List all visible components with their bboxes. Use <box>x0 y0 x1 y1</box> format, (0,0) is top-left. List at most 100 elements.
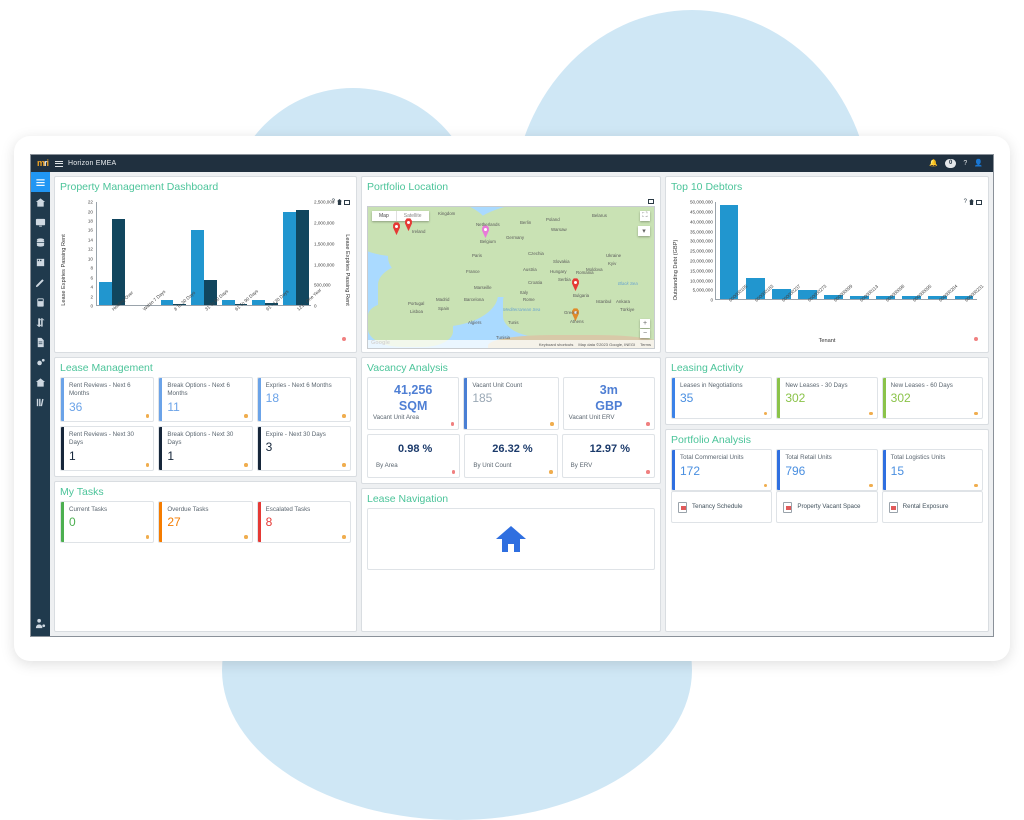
map-label: Bulgaria <box>573 293 589 298</box>
panel-title: Portfolio Location <box>367 181 655 194</box>
sidebar-item-reports[interactable] <box>31 392 50 412</box>
user-icon[interactable]: 👤 <box>974 160 983 167</box>
kpi-tile[interactable]: New Leases - 60 Days302 <box>882 377 983 419</box>
map-label: Greece <box>564 310 578 315</box>
hamburger-icon[interactable] <box>55 161 63 167</box>
kpi-tile[interactable]: Rent Reviews - Next 6 Months36 <box>60 377 154 422</box>
bar[interactable] <box>222 300 235 305</box>
kpi-tile[interactable]: New Leases - 30 Days302 <box>776 377 877 419</box>
bell-icon[interactable]: 🔔 <box>929 160 938 167</box>
sidebar-item-settings[interactable] <box>31 352 50 372</box>
map-fullscreen-button[interactable]: ⛶ <box>640 211 650 221</box>
kpi-tile[interactable]: Total Retail Units796 <box>776 449 877 491</box>
kpi-tile[interactable]: Break Options - Next 6 Months11 <box>158 377 252 422</box>
my-tasks-tiles: Current Tasks0Overdue Tasks27Escalated T… <box>60 501 351 543</box>
sidebar-item-menu-toggle[interactable] <box>31 172 50 192</box>
kpi-tile[interactable]: 3mGBPVacant Unit ERV <box>563 377 655 430</box>
kpi-tile[interactable]: Leases in Negotiations35 <box>671 377 772 419</box>
document-link[interactable]: Rental Exposure <box>882 491 983 523</box>
map-label: Kingdom <box>438 211 455 216</box>
tile-accent-bar <box>883 378 886 418</box>
kpi-tile[interactable]: Total Commercial Units172 <box>671 449 772 491</box>
tile-row: Rent Reviews - Next 30 Days1Break Option… <box>60 426 351 471</box>
notification-badge[interactable]: 0 <box>945 159 956 168</box>
map-label: Ukraine <box>606 253 621 258</box>
map-portfolio-location[interactable]: Map Satellite ⛶ ▾ + − Ireland King <box>367 206 655 349</box>
kpi-tile[interactable]: Total Logistics Units15 <box>882 449 983 491</box>
kpi-tile[interactable]: Overdue Tasks27 <box>158 501 252 543</box>
map-label: Kyiv <box>608 261 616 266</box>
portfolio-analysis-tiles: Total Commercial Units172Total Retail Un… <box>671 449 983 491</box>
map-label: Czechia <box>528 251 544 256</box>
map-type-map[interactable]: Map <box>372 211 396 221</box>
terms-label[interactable]: Terms <box>640 342 651 347</box>
bar[interactable] <box>296 210 309 305</box>
sidebar-item-transactions[interactable] <box>31 312 50 332</box>
kpi-tile[interactable]: Rent Reviews - Next 30 Days1 <box>60 426 154 471</box>
kpi-tile[interactable]: 26.32 %By Unit Count <box>464 434 557 478</box>
kpi-tile[interactable]: 12.97 %By ERV <box>562 434 655 478</box>
pdf-icon <box>889 502 898 513</box>
question-icon[interactable]: ? <box>963 160 967 167</box>
window-icon[interactable] <box>648 199 654 204</box>
tile-status-dot <box>146 535 150 539</box>
document-link[interactable]: Tenancy Schedule <box>671 491 772 523</box>
kpi-tile[interactable]: Escalated Tasks8 <box>257 501 351 543</box>
document-icon <box>35 337 46 348</box>
bar[interactable] <box>252 300 265 305</box>
sidebar-item-accounting[interactable] <box>31 292 50 312</box>
tile-accent-bar <box>61 427 64 470</box>
map-pin[interactable] <box>392 222 401 235</box>
tile-label: By Unit Count <box>473 462 551 470</box>
chart-x-axis-label: Tenant <box>671 338 983 344</box>
tile-row: Leases in Negotiations35New Leases - 30 … <box>671 377 983 419</box>
y-tick: 45,000,000 <box>690 209 713 214</box>
home-alt-icon <box>35 377 46 388</box>
bar[interactable] <box>720 205 739 299</box>
kpi-tile[interactable]: Expries - Next 6 Months18 <box>257 377 351 422</box>
home-icon <box>35 197 46 208</box>
map-zoom-out-button[interactable]: − <box>640 329 650 338</box>
panel-title: Lease Management <box>60 362 351 375</box>
sidebar-item-user-settings[interactable] <box>31 613 50 633</box>
y-tick: 2,000,000 <box>314 220 334 225</box>
tile-status-dot <box>764 484 768 488</box>
kpi-tile[interactable]: Expire - Next 30 Days3 <box>257 426 351 471</box>
sidebar-item-property[interactable] <box>31 252 50 272</box>
lease-navigation-button[interactable] <box>367 508 655 570</box>
map-layers-button[interactable]: ▾ <box>638 226 650 236</box>
map-pin[interactable] <box>571 278 580 291</box>
keyboard-shortcuts-label[interactable]: Keyboard shortcuts <box>539 342 573 347</box>
y-tick: 1,500,000 <box>314 241 334 246</box>
map-label: Black Sea <box>618 281 638 286</box>
y-tick: 16 <box>88 228 93 233</box>
sidebar-item-documents[interactable] <box>31 332 50 352</box>
sidebar-item-home[interactable] <box>31 192 50 212</box>
map-zoom-in-button[interactable]: + <box>640 319 650 328</box>
kpi-tile[interactable]: 41,256SQMVacant Unit Area <box>367 377 459 430</box>
app-screen: mri Horizon EMEA 🔔 0 ? 👤 <box>30 154 994 637</box>
kpi-tile[interactable]: 0.98 %By Area <box>367 434 460 478</box>
kpi-tile[interactable]: Break Options - Next 30 Days1 <box>158 426 252 471</box>
sidebar-item-dashboard[interactable] <box>31 212 50 232</box>
bar[interactable] <box>161 300 174 305</box>
tile-status-dot <box>452 470 456 474</box>
kpi-tile[interactable]: Current Tasks0 <box>60 501 154 543</box>
sidebar-item-database[interactable] <box>31 232 50 252</box>
sidebar-item-portfolio[interactable] <box>31 372 50 392</box>
tile-label: Break Options - Next 6 Months <box>167 382 246 399</box>
chart-y-ticks: 05,000,00010,000,00015,000,00020,000,000… <box>684 202 714 300</box>
map-label: Lisboa <box>410 309 423 314</box>
vacancy-analysis-tiles: 41,256SQMVacant Unit AreaVacant Unit Cou… <box>367 377 655 478</box>
tile-accent-bar <box>258 378 261 421</box>
bar[interactable] <box>99 282 112 305</box>
map-type-controls[interactable]: Map Satellite <box>372 211 429 221</box>
tile-status-dot <box>244 463 248 467</box>
sidebar-item-maintenance[interactable] <box>31 272 50 292</box>
kpi-tile[interactable]: Vacant Unit Count185 <box>463 377 558 430</box>
bar[interactable] <box>112 219 125 305</box>
panel-title: Property Management Dashboard <box>60 181 351 194</box>
tile-value: 12.97 % <box>571 443 649 457</box>
tile-status-dot <box>764 412 768 416</box>
document-link[interactable]: Property Vacant Space <box>776 491 877 523</box>
